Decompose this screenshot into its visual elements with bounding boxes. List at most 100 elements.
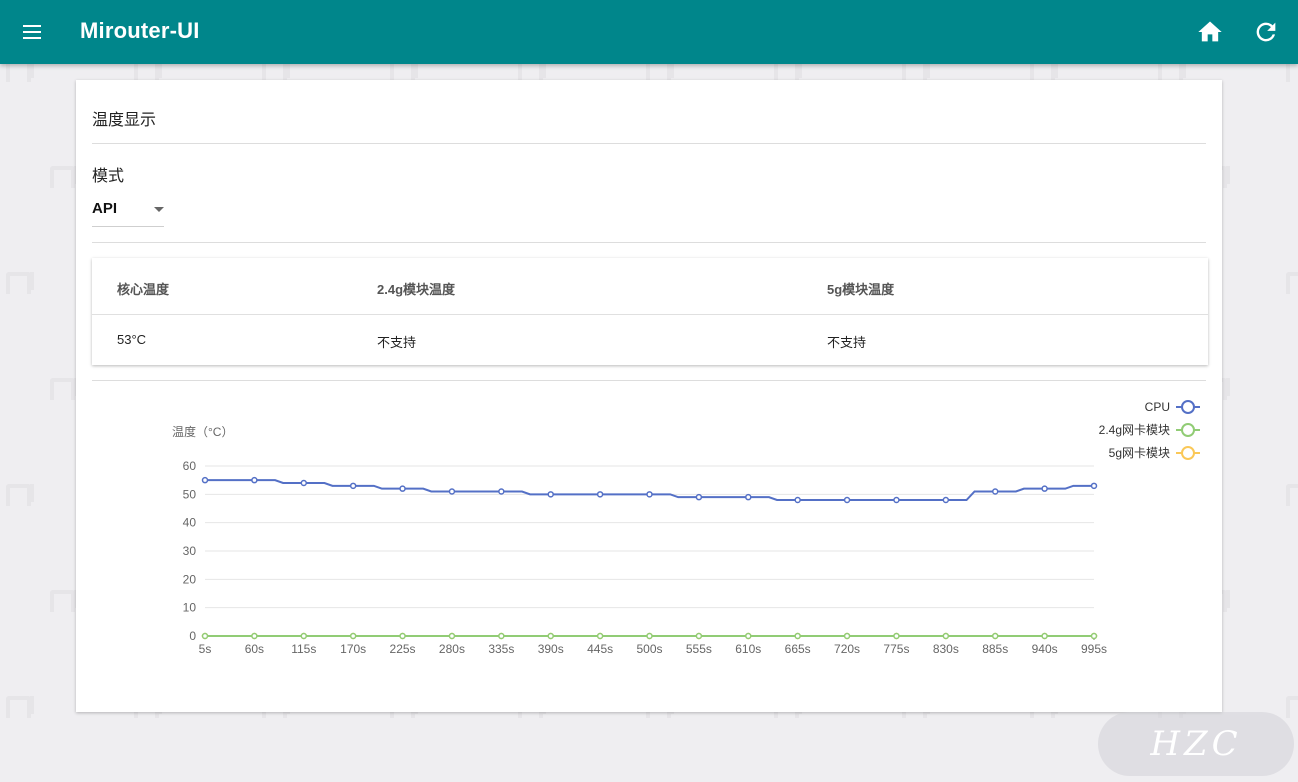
- mi-logo-watermark: [6, 484, 34, 506]
- badge-text: HZC: [1150, 724, 1242, 764]
- mi-logo-watermark: [6, 272, 34, 294]
- temperature-line-chart: 0 10 20 30 40 50 60 5s 60s 115s 170s 225s 280s 335s 39…: [172, 400, 1200, 656]
- data-point: [843, 632, 851, 640]
- legend-marker: [1181, 400, 1195, 414]
- mi-logo-watermark: [50, 166, 78, 188]
- data-point: [201, 476, 209, 484]
- data-point: [893, 632, 900, 640]
- refresh-icon[interactable]: [1252, 18, 1280, 46]
- header-5g-temp: 5g模块温度: [827, 282, 895, 297]
- x-tick-label: 665s: [785, 642, 811, 656]
- data-point: [300, 479, 308, 487]
- 5g-temp-value: 不支持: [827, 335, 867, 350]
- mi-logo-watermark: [50, 590, 78, 612]
- data-point: [991, 488, 999, 495]
- header-24g-temp: 2.4g模块温度: [377, 282, 456, 297]
- mi-logo-watermark: [1286, 696, 1298, 718]
- data-point: [448, 632, 456, 640]
- y-tick-label: 10: [183, 601, 197, 615]
- data-point: [300, 632, 308, 640]
- data-point: [251, 632, 258, 640]
- 24g-temp-value: 不支持: [377, 335, 417, 350]
- legend-label[interactable]: CPU: [1145, 400, 1170, 414]
- x-tick-label: 280s: [439, 642, 465, 656]
- caret-down-icon: [154, 207, 164, 212]
- table-row: 53°C 不支持 不支持: [92, 315, 1208, 365]
- data-point: [893, 496, 900, 504]
- home-icon[interactable]: [1196, 18, 1224, 46]
- data-point: [596, 491, 604, 498]
- data-point: [1041, 632, 1048, 640]
- data-point: [399, 485, 406, 492]
- data-point: [498, 488, 505, 495]
- data-point: [695, 632, 703, 640]
- y-tick-label: 40: [183, 516, 197, 530]
- data-point: [745, 493, 752, 501]
- data-point: [745, 632, 752, 640]
- data-point: [646, 491, 653, 498]
- mi-logo-watermark: [1286, 272, 1298, 294]
- mode-select-value: API: [92, 200, 118, 217]
- mode-label: 模式: [92, 168, 125, 185]
- x-tick-label: 940s: [1032, 642, 1058, 656]
- data-point: [349, 632, 357, 640]
- legend-label[interactable]: 2.4g网卡模块: [1099, 423, 1170, 437]
- temperature-card: 温度显示 模式 API 核心温度 2.4g模块温度 5g模块温度 53°C 不支…: [76, 80, 1222, 712]
- core-temp-value: 53°C: [117, 332, 147, 347]
- table-header: 核心温度 2.4g模块温度 5g模块温度: [92, 258, 1208, 315]
- x-tick-label: 390s: [538, 642, 564, 656]
- x-tick-label: 500s: [636, 642, 662, 656]
- data-point: [399, 632, 406, 640]
- x-tick-label: 830s: [933, 642, 959, 656]
- x-tick-label: 60s: [245, 642, 264, 656]
- menu-icon[interactable]: [18, 20, 46, 44]
- data-point: [1090, 632, 1098, 640]
- watermark-badge: HZC: [1098, 712, 1294, 776]
- data-point: [251, 476, 258, 484]
- data-point: [1090, 482, 1098, 490]
- x-tick-label: 335s: [488, 642, 514, 656]
- mi-logo-watermark: [1286, 484, 1298, 506]
- y-axis-label: 温度（°C）: [172, 424, 233, 439]
- x-tick-label: 115s: [291, 642, 316, 656]
- data-point: [498, 632, 505, 640]
- legend-marker: [1181, 423, 1195, 437]
- data-point: [349, 482, 357, 490]
- data-point: [794, 632, 801, 640]
- mi-logo-watermark: [50, 378, 78, 400]
- mi-logo-watermark: [6, 696, 34, 718]
- y-tick-label: 20: [183, 572, 197, 586]
- x-tick-label: 995s: [1081, 642, 1107, 656]
- data-point: [448, 488, 456, 495]
- y-tick-label: 30: [183, 544, 197, 558]
- data-point: [596, 632, 604, 640]
- y-tick-label: 0: [189, 629, 196, 643]
- x-tick-label: 170s: [340, 642, 366, 656]
- data-point: [794, 496, 801, 504]
- legend-label[interactable]: 5g网卡模块: [1109, 446, 1170, 460]
- header-core-temp: 核心温度: [117, 282, 170, 297]
- data-point: [646, 632, 653, 640]
- x-tick-label: 775s: [883, 642, 909, 656]
- x-tick-label: 445s: [587, 642, 613, 656]
- app-bar: Mirouter-UI: [0, 0, 1298, 64]
- data-point: [201, 632, 209, 640]
- data-point: [547, 632, 554, 640]
- x-tick-label: 225s: [390, 642, 416, 656]
- x-tick-label: 555s: [686, 642, 712, 656]
- data-point: [695, 493, 703, 501]
- data-point: [942, 632, 950, 640]
- data-point: [843, 496, 851, 504]
- card-title: 温度显示: [92, 112, 157, 129]
- x-tick-label: 885s: [982, 642, 1008, 656]
- mode-select[interactable]: API: [92, 190, 164, 227]
- legend-marker: [1181, 446, 1195, 460]
- x-tick-label: 610s: [735, 642, 761, 656]
- temperature-table: 核心温度 2.4g模块温度 5g模块温度 53°C 不支持 不支持: [92, 258, 1208, 365]
- data-point: [547, 491, 554, 498]
- x-tick-label: 5s: [199, 642, 212, 656]
- divider: [92, 380, 1206, 381]
- x-tick-label: 720s: [834, 642, 860, 656]
- data-point: [991, 632, 999, 640]
- data-point: [942, 496, 950, 504]
